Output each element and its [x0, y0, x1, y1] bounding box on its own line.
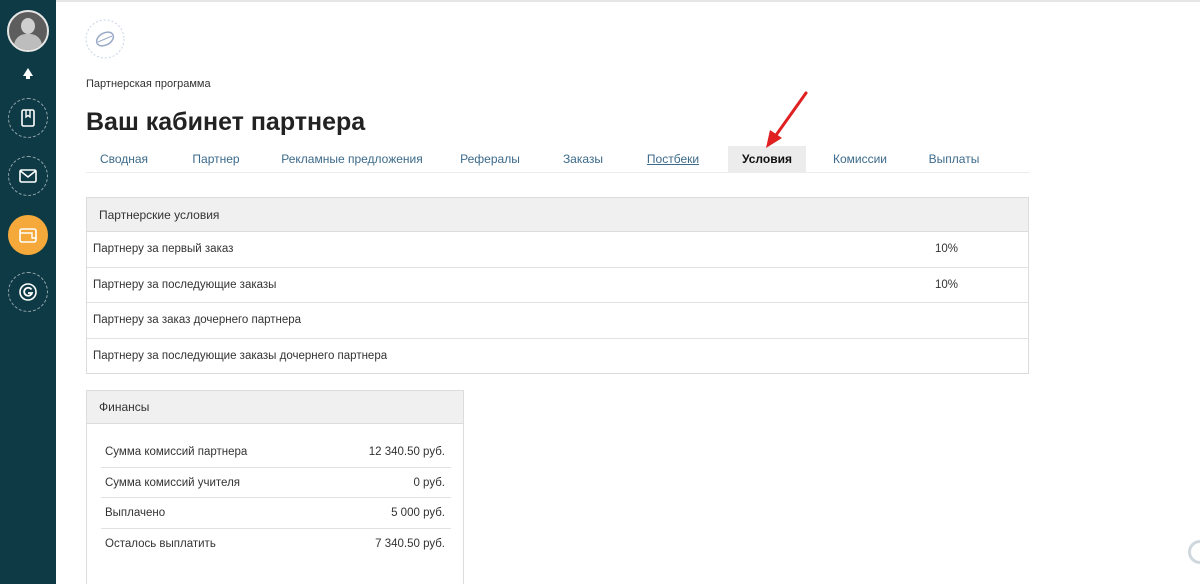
finance-list: Сумма комиссий партнера 12 340.50 руб. С… — [101, 437, 451, 559]
tab-partner[interactable]: Партнер — [180, 146, 252, 172]
tab-payouts[interactable]: Выплаты — [918, 146, 990, 172]
mail-icon — [19, 169, 37, 183]
sidebar-item-bookmarks[interactable] — [8, 98, 48, 138]
condition-label: Партнеру за заказ дочернего партнера — [93, 314, 302, 326]
sidebar — [0, 0, 56, 584]
condition-value: 10% — [935, 278, 959, 291]
tab-bar: Сводная Партнер Рекламные предложения Ре… — [86, 146, 1030, 173]
partner-conditions-table: Партнерские условия Партнеру за первый з… — [86, 197, 1029, 374]
condition-label: Партнеру за последующие заказы дочернего… — [93, 349, 388, 362]
breadcrumb[interactable]: Партнерская программа — [86, 78, 211, 90]
avatar[interactable] — [7, 10, 49, 52]
sidebar-item-messages[interactable] — [8, 156, 48, 196]
table-row: Партнеру за последующие заказы дочернего… — [87, 339, 1028, 375]
list-item: Сумма комиссий учителя 0 руб. — [101, 468, 451, 498]
chat-widget-icon[interactable] — [1188, 540, 1200, 564]
table-row: Партнеру за заказ дочернего партнера — [87, 303, 1028, 339]
tab-postbacks[interactable]: Постбеки — [636, 146, 710, 172]
top-border — [56, 0, 1200, 2]
finance-value: 5 000 руб. — [391, 507, 445, 519]
sidebar-item-getcourse[interactable] — [8, 272, 48, 312]
finance-header: Финансы — [87, 391, 463, 424]
list-item: Выплачено 5 000 руб. — [101, 498, 451, 529]
tab-ad-offers[interactable]: Рекламные предложения — [272, 146, 432, 172]
list-item: Осталось выплатить 7 340.50 руб. — [101, 529, 451, 560]
tab-summary[interactable]: Сводная — [86, 146, 162, 172]
list-item: Сумма комиссий партнера 12 340.50 руб. — [101, 437, 451, 468]
tab-orders[interactable]: Заказы — [550, 146, 616, 172]
finance-label: Сумма комиссий учителя — [105, 476, 241, 489]
condition-value: 10% — [935, 243, 959, 255]
finance-label: Выплачено — [105, 507, 166, 519]
finance-label: Осталось выплатить — [105, 537, 216, 550]
getcourse-icon — [19, 283, 37, 301]
finance-value: 7 340.50 руб. — [375, 537, 445, 550]
finance-panel: Финансы Сумма комиссий партнера 12 340.5… — [86, 390, 464, 584]
bell-icon[interactable] — [20, 66, 36, 80]
bookmark-icon — [21, 109, 35, 127]
finance-value: 12 340.50 руб. — [368, 446, 445, 458]
conditions-header: Партнерские условия — [87, 198, 1028, 232]
annotation-arrow-icon — [766, 91, 808, 148]
wallet-icon — [19, 228, 37, 243]
sidebar-item-wallet[interactable] — [8, 215, 48, 255]
tab-referrals[interactable]: Рефералы — [450, 146, 530, 172]
finance-label: Сумма комиссий партнера — [105, 446, 248, 458]
page-title: Ваш кабинет партнера — [86, 108, 366, 136]
table-row: Партнеру за первый заказ 10% — [87, 232, 1028, 268]
condition-label: Партнеру за первый заказ — [93, 243, 234, 255]
finance-value: 0 руб. — [413, 476, 445, 489]
tab-commissions[interactable]: Комиссии — [824, 146, 896, 172]
school-logo[interactable] — [84, 18, 126, 60]
condition-label: Партнеру за последующие заказы — [93, 278, 277, 291]
table-row: Партнеру за последующие заказы 10% — [87, 268, 1028, 303]
